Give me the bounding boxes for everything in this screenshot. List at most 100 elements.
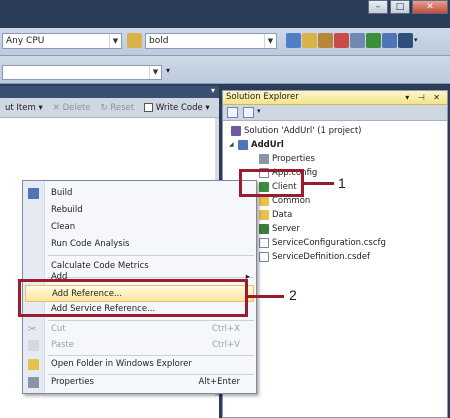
menu-item-build[interactable]: Build xyxy=(23,185,256,202)
tree-node-label: ServiceConfiguration.cscfg xyxy=(272,238,386,248)
callout-box-2 xyxy=(18,279,248,317)
tree-node-label: Properties xyxy=(272,154,315,164)
output-window-icon[interactable] xyxy=(398,33,413,48)
tree-node-server[interactable]: Server xyxy=(259,223,300,235)
tree-node-label: Server xyxy=(272,224,300,234)
menu-item-clean[interactable]: Clean xyxy=(23,219,256,236)
chevron-down-icon: ▾ xyxy=(205,102,210,113)
menu-item-label: Build xyxy=(51,188,73,198)
toolbox-icon[interactable] xyxy=(334,33,349,48)
window-controls: – □ ✕ xyxy=(368,0,448,14)
menu-item-open-folder[interactable]: Open Folder in Windows Explorer xyxy=(23,356,256,373)
open-folder-icon xyxy=(28,359,39,370)
build-icon xyxy=(28,188,39,199)
find-in-files-icon[interactable] xyxy=(127,33,142,48)
tree-node-label: Data xyxy=(272,210,293,220)
scissors-icon: ✂ xyxy=(28,324,37,335)
show-all-files-icon[interactable] xyxy=(243,107,254,118)
menu-item-shortcut: Ctrl+V xyxy=(211,340,240,350)
write-code-label: Write Code xyxy=(155,102,203,113)
callout-box-1 xyxy=(239,169,304,197)
designer-header: ▾ xyxy=(0,86,219,98)
menu-item-paste[interactable]: Paste Ctrl+V xyxy=(23,337,256,354)
window-position-icon[interactable]: ▾ ⊣ ✕ xyxy=(405,91,443,104)
menu-item-label: Clean xyxy=(51,222,76,232)
wrench-icon xyxy=(259,154,269,164)
maximize-button[interactable]: □ xyxy=(390,0,410,14)
minimize-button[interactable]: – xyxy=(368,0,388,14)
solution-explorer-toolbar: ▾ xyxy=(223,105,447,121)
cloud-project-icon xyxy=(238,140,248,150)
tree-node-label: AddUrl xyxy=(251,140,284,150)
tree-node-label: Solution 'AddUrl' (1 project) xyxy=(244,126,362,136)
tree-node-solution[interactable]: Solution 'AddUrl' (1 project) xyxy=(231,125,361,137)
chevron-down-icon[interactable]: ▼ xyxy=(264,34,276,48)
properties-window-icon[interactable] xyxy=(302,33,317,48)
menu-item-label: Run Code Analysis xyxy=(51,239,130,249)
csharp-project-icon xyxy=(259,224,269,234)
write-code-icon xyxy=(144,102,154,112)
command-window-icon[interactable] xyxy=(382,33,397,48)
callout-number-2: 2 xyxy=(289,287,297,303)
close-button[interactable]: ✕ xyxy=(412,0,448,14)
callout-number-1: 1 xyxy=(338,175,346,191)
toolbar-options-icon[interactable]: ▾ xyxy=(166,66,170,75)
start-page-icon[interactable] xyxy=(366,33,381,48)
menu-item-label: Cut xyxy=(51,324,66,334)
object-browser-icon[interactable] xyxy=(318,33,333,48)
secondary-toolbar: ▼ ▾ xyxy=(0,56,450,84)
menu-item-rebuild[interactable]: Rebuild xyxy=(23,202,256,219)
delete-label: Delete xyxy=(62,102,91,113)
file-icon xyxy=(259,238,269,248)
menu-item-label: Paste xyxy=(51,340,74,350)
menu-separator xyxy=(48,255,254,256)
designer-toolbar: ut Item ▾ ✕ Delete ↻ Reset Write Code ▾ xyxy=(0,98,219,118)
tree-node-project[interactable]: ◢ AddUrl xyxy=(229,139,284,151)
secondary-combo[interactable]: ▼ xyxy=(2,65,162,80)
standard-toolbar: Any CPU ▼ bold ▼ ▾ xyxy=(0,28,450,56)
menu-item-properties[interactable]: Properties Alt+Enter xyxy=(23,374,256,391)
chevron-down-icon[interactable]: ▼ xyxy=(109,34,121,48)
chevron-down-icon[interactable]: ▾ xyxy=(211,86,215,95)
solution-icon xyxy=(231,126,241,136)
chevron-down-icon[interactable]: ▼ xyxy=(149,66,161,79)
menu-item-label: Properties xyxy=(51,377,94,387)
solution-explorer-title-text: Solution Explorer xyxy=(226,92,299,102)
file-icon xyxy=(259,252,269,262)
tree-node-data[interactable]: Data xyxy=(259,209,292,221)
menu-item-run-code-analysis[interactable]: Run Code Analysis xyxy=(23,236,256,253)
tree-node-service-configuration[interactable]: ServiceConfiguration.cscfg xyxy=(259,237,386,249)
menu-item-cut[interactable]: ✂ Cut Ctrl+X xyxy=(23,321,256,338)
properties-icon[interactable] xyxy=(227,107,238,118)
reset-icon: ↻ xyxy=(100,102,108,113)
menu-item-shortcut: Alt+Enter xyxy=(198,377,240,387)
callout-line-1 xyxy=(304,182,334,185)
tree-node-service-definition[interactable]: ServiceDefinition.csdef xyxy=(259,251,370,263)
properties-icon xyxy=(28,377,39,388)
add-item-button[interactable]: ut Item ▾ xyxy=(0,103,48,113)
menu-item-shortcut: Ctrl+X xyxy=(211,324,240,334)
toolbar-options-icon[interactable]: ▾ xyxy=(414,33,422,48)
write-code-button[interactable]: Write Code ▾ xyxy=(139,102,215,113)
platform-combo[interactable]: Any CPU ▼ xyxy=(2,33,122,49)
delete-icon: ✕ xyxy=(52,102,60,113)
tree-node-properties[interactable]: Properties xyxy=(259,153,315,165)
reset-label: Reset xyxy=(110,102,135,113)
reset-button[interactable]: ↻ Reset xyxy=(96,103,140,113)
add-item-label: ut Item xyxy=(5,102,36,113)
menu-item-label: Rebuild xyxy=(51,205,83,215)
designer-bottom xyxy=(0,396,219,418)
menu-item-label: Open Folder in Windows Explorer xyxy=(51,359,192,369)
paste-icon xyxy=(28,340,39,351)
callout-line-2 xyxy=(248,295,284,298)
extension-manager-icon[interactable] xyxy=(350,33,365,48)
find-value: bold xyxy=(149,36,169,46)
solution-explorer-icon[interactable] xyxy=(286,33,301,48)
title-bar: – □ ✕ xyxy=(0,0,450,28)
delete-button[interactable]: ✕ Delete xyxy=(48,103,96,113)
collapse-icon[interactable]: ◢ xyxy=(229,139,235,151)
folder-icon xyxy=(259,196,269,206)
find-combo[interactable]: bold ▼ xyxy=(145,33,277,49)
chevron-down-icon[interactable]: ▾ xyxy=(257,107,261,115)
chevron-down-icon: ▾ xyxy=(38,102,43,113)
